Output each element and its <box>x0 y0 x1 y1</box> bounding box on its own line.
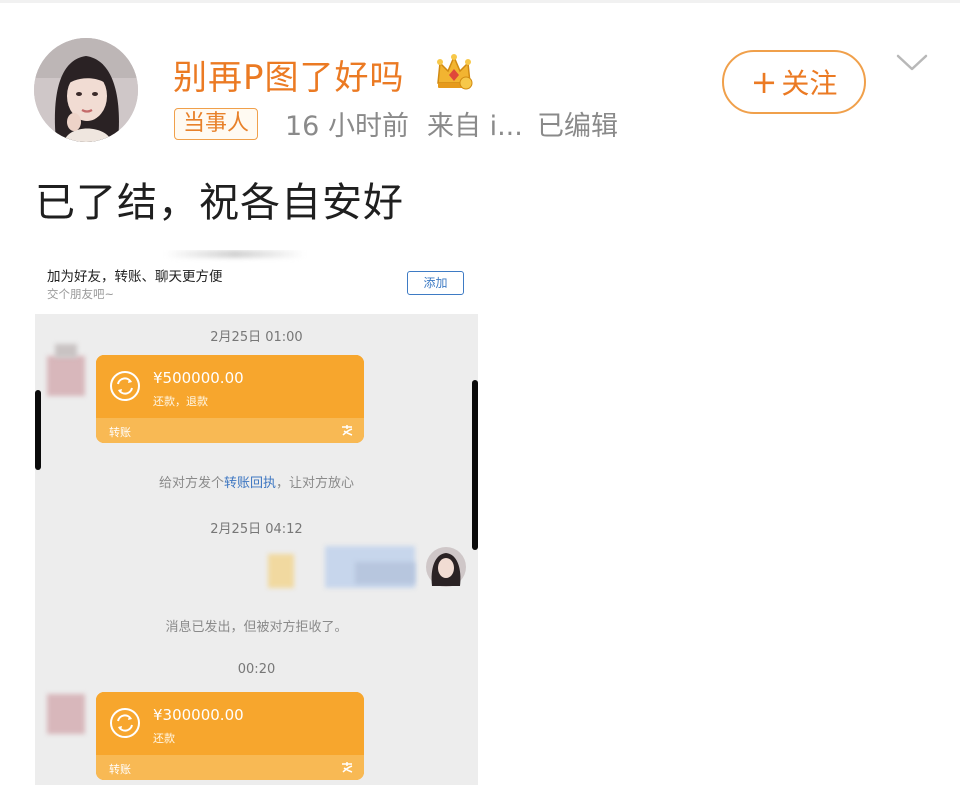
transfer-label: 转账 <box>109 426 131 439</box>
follow-label: 关注 <box>781 67 838 100</box>
rejected-notice: 消息已发出，但被对方拒收了。 <box>165 620 348 635</box>
timestamp: 00:20 <box>237 662 276 677</box>
transfer-icon <box>110 708 140 738</box>
add-friend-button[interactable]: 添加 <box>407 271 464 295</box>
avatar[interactable] <box>34 38 138 142</box>
transfer-amount: ¥500000.00 <box>153 369 244 387</box>
add-friend-subtitle: 交个朋友吧~ <box>47 287 115 301</box>
transfer-label: 转账 <box>109 763 131 776</box>
role-badge: 当事人 <box>174 108 259 140</box>
post-time: 16 小时前 <box>285 111 409 142</box>
username[interactable]: 别再P图了好吗 <box>173 50 405 99</box>
timestamp: 2月25日 04:12 <box>210 522 303 537</box>
blurred-message <box>268 554 294 588</box>
transfer-icon <box>110 371 140 401</box>
post-text: 已了结，祝各自安好 <box>35 180 404 226</box>
transfer-card[interactable]: ¥300000.00 还款 转账 <box>96 692 364 780</box>
payment-logo-icon <box>342 425 353 436</box>
transfer-note: 还款，退款 <box>153 395 208 408</box>
receipt-link[interactable]: 转账回执 <box>224 476 276 491</box>
blurred-avatar <box>47 356 85 396</box>
plus-icon: + <box>750 63 778 101</box>
transfer-card[interactable]: ¥500000.00 还款，退款 转账 <box>96 355 364 443</box>
transfer-amount: ¥300000.00 <box>153 706 244 724</box>
edited-label[interactable]: 已编辑 <box>537 104 618 143</box>
receipt-hint: 给对方发个转账回执，让对方放心 <box>158 476 355 491</box>
transfer-note: 还款 <box>153 732 175 745</box>
chevron-down-icon[interactable] <box>895 52 929 74</box>
self-avatar <box>426 547 466 587</box>
add-friend-title: 加为好友，转账、聊天更方便 <box>47 269 223 285</box>
blurred-avatar <box>47 694 85 734</box>
add-friend-bar: 加为好友，转账、聊天更方便 交个朋友吧~ 添加 <box>35 250 478 314</box>
follow-button[interactable]: + 关注 <box>722 50 866 114</box>
top-divider <box>0 0 960 3</box>
post-image[interactable]: 加为好友，转账、聊天更方便 交个朋友吧~ 添加 2月25日 01:00 ¥500… <box>35 250 478 785</box>
post-source[interactable]: 来自 i... <box>427 104 523 143</box>
timestamp: 2月25日 01:00 <box>210 330 303 345</box>
crown-icon <box>437 54 473 90</box>
payment-logo-icon <box>342 762 353 773</box>
